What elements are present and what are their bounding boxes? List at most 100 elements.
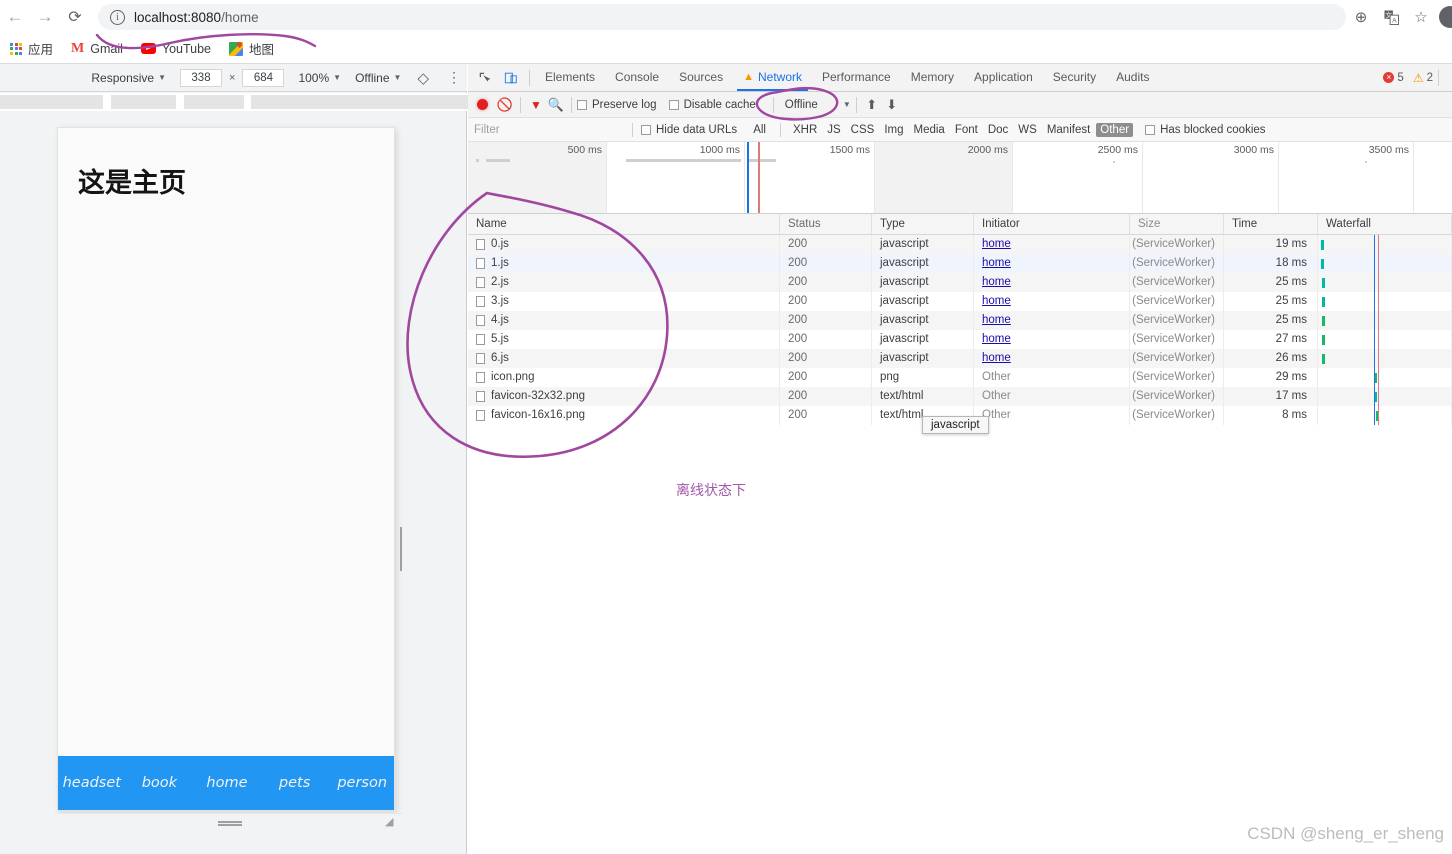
- column-header-time[interactable]: Time: [1224, 214, 1318, 234]
- add-circle-icon[interactable]: ⊕: [1346, 2, 1376, 32]
- initiator-link[interactable]: home: [982, 257, 1011, 269]
- table-row[interactable]: icon.png 200 png Other (ServiceWorker) 29 ms: [468, 368, 1452, 387]
- bookmark-youtube[interactable]: YouTube: [133, 37, 219, 61]
- issues-counter-group[interactable]: × 5 ⚠ 2: [1383, 64, 1444, 91]
- type-filter-doc[interactable]: Doc: [984, 123, 1012, 137]
- import-har-upload-icon[interactable]: ⬆: [862, 95, 882, 115]
- address-bar[interactable]: i localhost:8080/home: [98, 4, 1346, 30]
- initiator-link[interactable]: home: [982, 333, 1011, 345]
- column-header-initiator[interactable]: Initiator: [974, 214, 1130, 234]
- initiator-link[interactable]: home: [982, 314, 1011, 326]
- chevron-down-icon[interactable]: ▼: [843, 100, 851, 109]
- type-filter-font[interactable]: Font: [951, 123, 982, 137]
- table-row[interactable]: 1.js 200 javascript home (ServiceWorker) 18 m…: [468, 254, 1452, 273]
- viewport-width-input[interactable]: 338: [180, 68, 222, 87]
- type-filter-ws[interactable]: WS: [1014, 123, 1041, 137]
- cell-name[interactable]: icon.png: [468, 368, 780, 387]
- site-info-icon[interactable]: i: [110, 9, 125, 25]
- hide-data-urls-checkbox[interactable]: Hide data URLs: [641, 124, 737, 136]
- search-icon[interactable]: 🔍: [546, 95, 566, 115]
- type-filter-manifest[interactable]: Manifest: [1043, 123, 1094, 137]
- nav-tab-person[interactable]: person: [328, 775, 394, 791]
- initiator-link[interactable]: home: [982, 295, 1011, 307]
- type-filter-other[interactable]: Other: [1096, 122, 1134, 137]
- filter-funnel-icon[interactable]: ▼: [526, 95, 546, 115]
- cell-name[interactable]: 6.js: [468, 349, 780, 368]
- network-throttle-value[interactable]: Offline: [785, 99, 818, 111]
- profile-avatar[interactable]: [1439, 6, 1452, 28]
- tab-security[interactable]: Security: [1043, 64, 1106, 91]
- type-filter-img[interactable]: Img: [880, 123, 907, 137]
- type-filter-xhr[interactable]: XHR: [789, 123, 821, 137]
- type-filter-css[interactable]: CSS: [847, 123, 879, 137]
- table-row[interactable]: 6.js 200 javascript home (ServiceWorker) 26 m…: [468, 349, 1452, 368]
- translate-icon[interactable]: 文 A: [1376, 2, 1406, 32]
- bookmark-star-icon[interactable]: ☆: [1406, 2, 1436, 32]
- clear-requests-icon[interactable]: 🚫: [495, 95, 515, 115]
- initiator-link[interactable]: home: [982, 352, 1011, 364]
- tab-console[interactable]: Console: [605, 64, 669, 91]
- more-options-kebab-icon[interactable]: ⋮: [447, 69, 461, 86]
- table-row[interactable]: favicon-32x32.png 200 text/html Other (Servi…: [468, 387, 1452, 406]
- cell-name[interactable]: favicon-32x32.png: [468, 387, 780, 406]
- toggle-device-toolbar-icon[interactable]: [498, 65, 524, 91]
- throttling-select[interactable]: Offline ▼: [355, 71, 401, 85]
- device-preset-select[interactable]: Responsive ▼: [91, 71, 166, 85]
- tab-audits[interactable]: Audits: [1106, 64, 1159, 91]
- cell-name[interactable]: 5.js: [468, 330, 780, 349]
- column-header-status[interactable]: Status: [780, 214, 872, 234]
- nav-tab-headset[interactable]: headset: [58, 775, 126, 791]
- type-filter-all[interactable]: All: [749, 123, 770, 137]
- resize-corner-icon[interactable]: ◢: [385, 815, 399, 829]
- column-header-size[interactable]: Size: [1130, 214, 1224, 234]
- table-row[interactable]: 2.js 200 javascript home (ServiceWorker) 25 m…: [468, 273, 1452, 292]
- tab-sources[interactable]: Sources: [669, 64, 733, 91]
- column-header-name[interactable]: Name: [468, 214, 780, 234]
- nav-tab-pets[interactable]: pets: [261, 775, 329, 791]
- type-filter-media[interactable]: Media: [910, 123, 949, 137]
- preserve-log-checkbox[interactable]: Preserve log: [577, 99, 657, 111]
- zoom-select[interactable]: 100% ▼: [298, 71, 341, 85]
- table-row[interactable]: 0.js 200 javascript home (ServiceWorker) 19 m…: [468, 235, 1452, 254]
- table-row[interactable]: 3.js 200 javascript home (ServiceWorker) 25 m…: [468, 292, 1452, 311]
- tab-performance[interactable]: Performance: [812, 64, 901, 91]
- cell-name[interactable]: 1.js: [468, 254, 780, 273]
- record-button-icon[interactable]: [477, 99, 488, 110]
- cell-name[interactable]: favicon-16x16.png: [468, 406, 780, 425]
- cell-name[interactable]: 4.js: [468, 311, 780, 330]
- rotate-device-icon[interactable]: ◇: [417, 69, 429, 87]
- inspect-element-icon[interactable]: [472, 65, 498, 91]
- cell-name[interactable]: 0.js: [468, 235, 780, 254]
- table-row[interactable]: 5.js 200 javascript home (ServiceWorker) 27 m…: [468, 330, 1452, 349]
- column-header-waterfall[interactable]: Waterfall: [1318, 214, 1452, 234]
- resize-grip-vertical-icon[interactable]: [400, 527, 405, 571]
- tab-elements[interactable]: Elements: [535, 64, 605, 91]
- cell-name[interactable]: 2.js: [468, 273, 780, 292]
- network-timeline-overview[interactable]: 500 ms 1000 ms 1500 ms 2000 ms 2500 ms 3…: [468, 142, 1452, 214]
- tab-network[interactable]: ▲ Network: [733, 64, 812, 91]
- cell-waterfall: [1318, 292, 1452, 311]
- initiator-link[interactable]: home: [982, 238, 1011, 250]
- bookmark-gmail[interactable]: M Gmail: [63, 37, 131, 61]
- has-blocked-cookies-checkbox[interactable]: Has blocked cookies: [1145, 124, 1266, 136]
- initiator-link[interactable]: home: [982, 276, 1011, 288]
- type-filter-js[interactable]: JS: [823, 123, 844, 137]
- bookmark-maps[interactable]: 地图: [221, 37, 282, 61]
- filter-input[interactable]: Filter: [474, 118, 624, 142]
- export-har-download-icon[interactable]: ⬇: [882, 95, 902, 115]
- reload-icon[interactable]: ⟳: [60, 2, 90, 32]
- column-header-type[interactable]: Type: [872, 214, 974, 234]
- back-arrow-icon[interactable]: ←: [0, 2, 30, 32]
- table-row[interactable]: 4.js 200 javascript home (ServiceWorker) 25 m…: [468, 311, 1452, 330]
- page-viewport[interactable]: 这是主页 headset book home pets person: [57, 127, 395, 811]
- viewport-height-input[interactable]: 684: [242, 68, 285, 87]
- tab-application[interactable]: Application: [964, 64, 1043, 91]
- nav-tab-home[interactable]: home: [193, 775, 261, 791]
- resize-grip-horizontal-icon[interactable]: [218, 821, 242, 826]
- forward-arrow-icon[interactable]: →: [30, 2, 60, 32]
- nav-tab-book[interactable]: book: [126, 775, 194, 791]
- disable-cache-checkbox[interactable]: Disable cache: [668, 99, 756, 111]
- bookmark-apps[interactable]: 应用: [2, 37, 61, 61]
- tab-memory[interactable]: Memory: [901, 64, 964, 91]
- cell-name[interactable]: 3.js: [468, 292, 780, 311]
